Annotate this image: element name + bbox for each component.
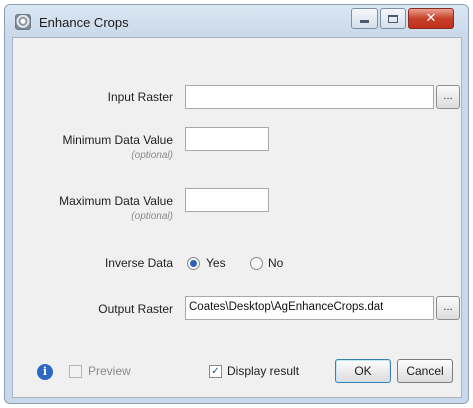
max-value-optional-hint: (optional) bbox=[131, 211, 173, 222]
min-value-optional-hint: (optional) bbox=[131, 150, 173, 161]
cancel-button[interactable]: Cancel bbox=[397, 359, 453, 383]
minimize-icon bbox=[360, 20, 369, 23]
inverse-yes-label[interactable]: Yes bbox=[206, 256, 226, 270]
app-icon bbox=[15, 14, 31, 30]
title-bar[interactable]: Enhance Crops ✕ bbox=[5, 5, 468, 39]
preview-label[interactable]: Preview bbox=[88, 364, 131, 378]
preview-checkbox[interactable] bbox=[69, 365, 82, 378]
inverse-yes-radio[interactable] bbox=[187, 257, 200, 270]
min-value-label: Minimum Data Value bbox=[62, 133, 173, 147]
inverse-data-label: Inverse Data bbox=[104, 256, 173, 270]
display-result-label[interactable]: Display result bbox=[227, 364, 299, 378]
input-raster-label: Input Raster bbox=[107, 90, 173, 104]
maximize-button[interactable] bbox=[380, 8, 406, 29]
dialog-body: Input Raster ... Minimum Data Value (opt… bbox=[12, 37, 462, 398]
output-raster-field[interactable]: Coates\Desktop\AgEnhanceCrops.dat bbox=[185, 296, 434, 320]
dialog-window: Enhance Crops ✕ Input Raster ... Minimum… bbox=[4, 4, 469, 404]
inverse-no-label[interactable]: No bbox=[268, 256, 283, 270]
max-value-label: Maximum Data Value bbox=[59, 194, 173, 208]
maximize-icon bbox=[388, 14, 398, 23]
input-raster-field[interactable] bbox=[185, 85, 434, 109]
window-title: Enhance Crops bbox=[39, 15, 129, 30]
ok-button[interactable]: OK bbox=[335, 359, 391, 383]
inverse-no-radio[interactable] bbox=[250, 257, 263, 270]
close-button[interactable]: ✕ bbox=[408, 8, 454, 29]
min-value-field[interactable] bbox=[185, 127, 269, 151]
info-icon[interactable]: i bbox=[37, 364, 53, 380]
output-raster-label: Output Raster bbox=[98, 302, 173, 316]
close-icon: ✕ bbox=[425, 11, 437, 26]
input-raster-browse-button[interactable]: ... bbox=[436, 85, 460, 109]
display-result-checkbox[interactable]: ✓ bbox=[209, 365, 222, 378]
output-raster-browse-button[interactable]: ... bbox=[436, 296, 460, 320]
max-value-field[interactable] bbox=[185, 188, 269, 212]
minimize-button[interactable] bbox=[351, 8, 378, 29]
